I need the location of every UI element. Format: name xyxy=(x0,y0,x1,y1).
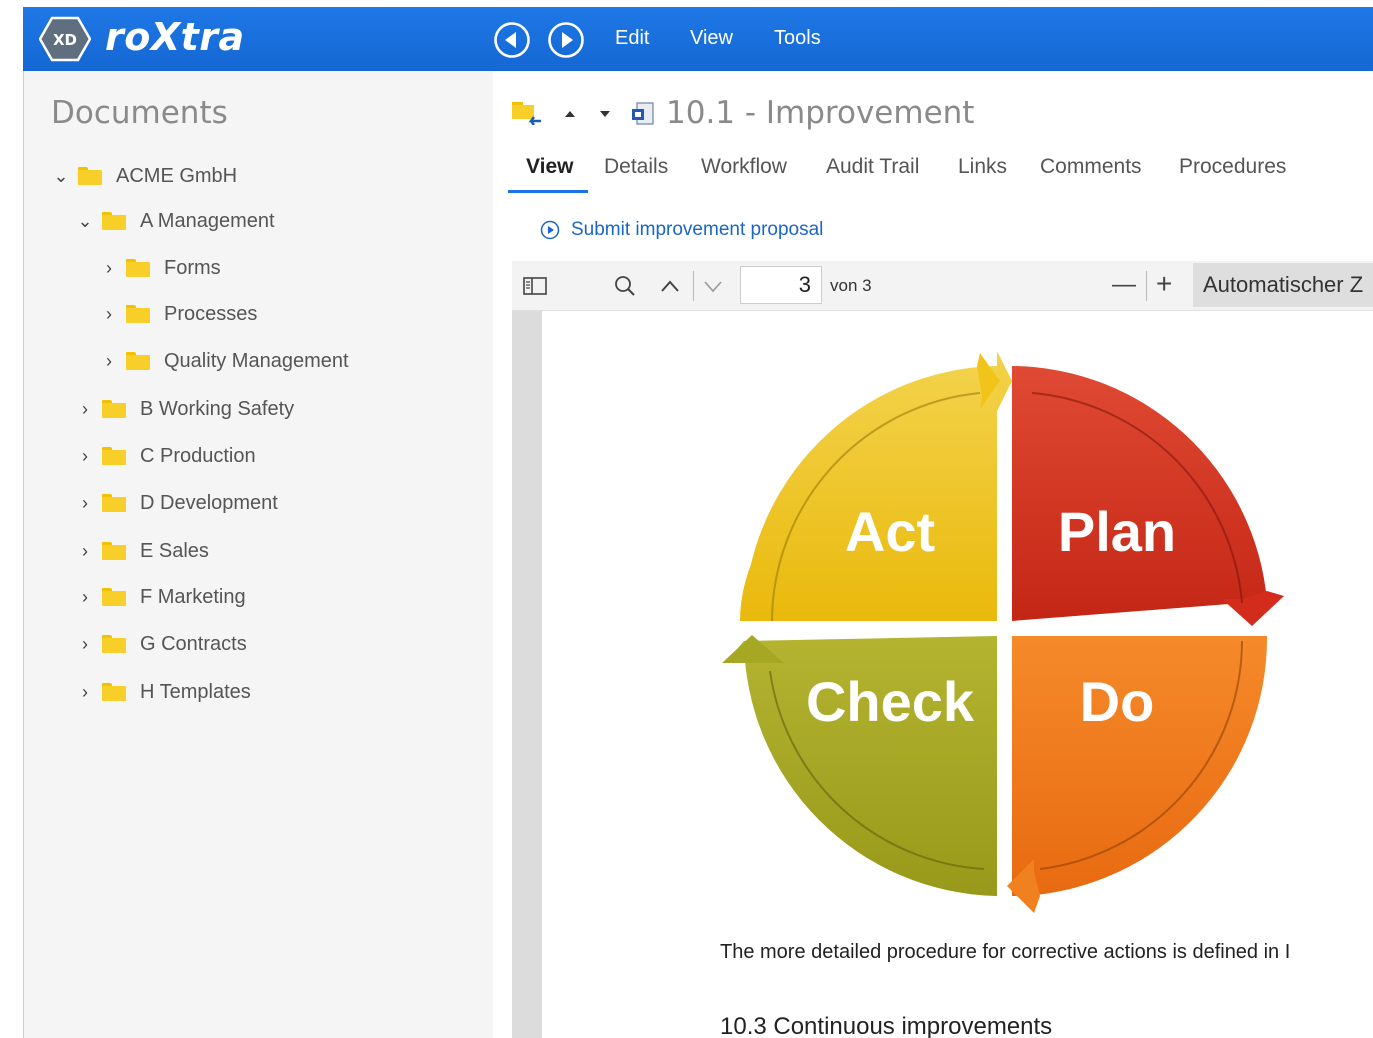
folder-icon xyxy=(78,167,102,185)
tab-view[interactable]: View xyxy=(526,155,573,179)
tree-item-label: Processes xyxy=(164,302,258,325)
tree-item-label: B Working Safety xyxy=(140,397,295,420)
tree-item-label: Forms xyxy=(164,256,221,279)
tree-item-label: D Development xyxy=(140,491,278,514)
folder-icon xyxy=(102,212,126,230)
tree-item-label: A Management xyxy=(140,209,275,232)
play-circle-icon xyxy=(540,220,560,240)
next-page-icon[interactable] xyxy=(702,276,724,296)
menu-view[interactable]: View xyxy=(690,27,733,50)
act-label: Act xyxy=(845,500,935,563)
tree-item-h-templates[interactable]: › H Templates xyxy=(74,677,251,707)
folder-icon xyxy=(126,352,150,370)
chevron-right-icon[interactable]: › xyxy=(98,258,120,279)
zoom-select[interactable]: Automatischer Z xyxy=(1193,263,1373,307)
tab-workflow[interactable]: Workflow xyxy=(701,155,787,179)
menu-edit[interactable]: Edit xyxy=(615,27,649,50)
documents-sidebar: Documents ⌄ ACME GmbH ⌄ A Management › F… xyxy=(23,71,493,1038)
tab-details[interactable]: Details xyxy=(604,155,668,179)
back-button[interactable] xyxy=(493,21,531,59)
folder-back-icon[interactable] xyxy=(511,99,543,125)
folder-icon xyxy=(102,588,126,606)
zoom-out-button[interactable]: — xyxy=(1112,271,1136,299)
pdf-page: Act Plan Check Do The more detailed proc… xyxy=(542,311,1373,1038)
pdca-cycle-diagram: Act Plan Check Do xyxy=(722,351,1284,913)
chevron-right-icon[interactable]: › xyxy=(74,634,96,655)
folder-icon xyxy=(102,635,126,653)
menu-tools[interactable]: Tools xyxy=(774,27,821,50)
tree-item-label: F Marketing xyxy=(140,585,246,608)
folder-icon xyxy=(126,305,150,323)
tree-item-acme-gmbh[interactable]: ⌄ ACME GmbH xyxy=(50,161,237,191)
tree-item-b-working-safety[interactable]: › B Working Safety xyxy=(74,394,294,424)
previous-page-icon[interactable] xyxy=(659,276,681,296)
document-file-icon xyxy=(632,102,654,125)
tree-item-a-management[interactable]: ⌄ A Management xyxy=(74,206,275,236)
sort-up-icon[interactable] xyxy=(563,109,577,119)
chevron-right-icon[interactable]: › xyxy=(74,446,96,467)
tree-item-label: ACME GmbH xyxy=(116,164,238,187)
svg-text:XD: XD xyxy=(53,31,77,49)
tree-item-label: Quality Management xyxy=(164,349,349,372)
tree-item-e-sales[interactable]: › E Sales xyxy=(74,536,209,566)
toolbar-separator xyxy=(693,271,694,301)
plan-label: Plan xyxy=(1058,500,1176,563)
sidebar-title: Documents xyxy=(51,95,228,131)
chevron-down-icon[interactable]: ⌄ xyxy=(74,211,96,232)
chevron-down-icon[interactable]: ⌄ xyxy=(50,166,72,187)
app-logo-text: roXtra xyxy=(105,15,245,59)
tree-item-quality-management[interactable]: › Quality Management xyxy=(98,346,349,376)
body-paragraph: The more detailed procedure for correcti… xyxy=(720,941,1291,963)
page-number-input[interactable]: 3 xyxy=(740,266,822,304)
viewer-scroll-gutter xyxy=(512,311,542,1038)
folder-icon xyxy=(102,542,126,560)
tree-item-d-development[interactable]: › D Development xyxy=(74,488,278,518)
toolbar-separator xyxy=(1146,271,1147,301)
folder-icon xyxy=(102,494,126,512)
tab-links[interactable]: Links xyxy=(958,155,1007,179)
chevron-right-icon[interactable]: › xyxy=(98,351,120,372)
folder-icon xyxy=(102,447,126,465)
do-label: Do xyxy=(1080,670,1155,733)
document-panel: 10.1 - Improvement View Details Workflow… xyxy=(493,71,1373,1038)
tree-item-label: C Production xyxy=(140,444,256,467)
chevron-right-icon[interactable]: › xyxy=(74,399,96,420)
tree-item-f-marketing[interactable]: › F Marketing xyxy=(74,582,246,612)
tree-item-label: E Sales xyxy=(140,539,209,562)
tree-item-label: G Contracts xyxy=(140,632,247,655)
top-bar: XD roXtra Edit View Tools xyxy=(23,7,1373,71)
tree-item-g-contracts[interactable]: › G Contracts xyxy=(74,629,247,659)
chevron-right-icon[interactable]: › xyxy=(98,304,120,325)
sidebar-toggle-icon[interactable] xyxy=(522,275,548,297)
page-total-label: von 3 xyxy=(830,276,872,295)
tab-comments[interactable]: Comments xyxy=(1040,155,1142,179)
submit-proposal-link[interactable]: Submit improvement proposal xyxy=(540,219,823,241)
tab-procedures[interactable]: Procedures xyxy=(1179,155,1286,179)
forward-button[interactable] xyxy=(547,21,585,59)
tree-item-c-production[interactable]: › C Production xyxy=(74,441,256,471)
tree-item-label: H Templates xyxy=(140,680,251,703)
section-heading: 10.3 Continuous improvements xyxy=(720,1013,1053,1038)
search-icon[interactable] xyxy=(613,274,637,298)
document-title: 10.1 - Improvement xyxy=(666,95,975,131)
tree-item-forms[interactable]: › Forms xyxy=(98,253,221,283)
chevron-right-icon[interactable]: › xyxy=(74,587,96,608)
check-label: Check xyxy=(806,670,975,733)
folder-icon xyxy=(126,259,150,277)
chevron-right-icon[interactable]: › xyxy=(74,682,96,703)
active-tab-indicator xyxy=(508,190,588,193)
pdf-viewer-toolbar: 3 von 3 — + Automatischer Z xyxy=(512,261,1373,311)
sort-down-icon[interactable] xyxy=(598,109,612,119)
chevron-right-icon[interactable]: › xyxy=(74,493,96,514)
folder-icon xyxy=(102,400,126,418)
tree-item-processes[interactable]: › Processes xyxy=(98,299,257,329)
submit-proposal-label: Submit improvement proposal xyxy=(571,219,824,240)
zoom-in-button[interactable]: + xyxy=(1156,268,1172,300)
tab-audit-trail[interactable]: Audit Trail xyxy=(826,155,919,179)
logo-hexagon-icon: XD xyxy=(39,16,91,62)
chevron-right-icon[interactable]: › xyxy=(74,541,96,562)
folder-icon xyxy=(102,683,126,701)
